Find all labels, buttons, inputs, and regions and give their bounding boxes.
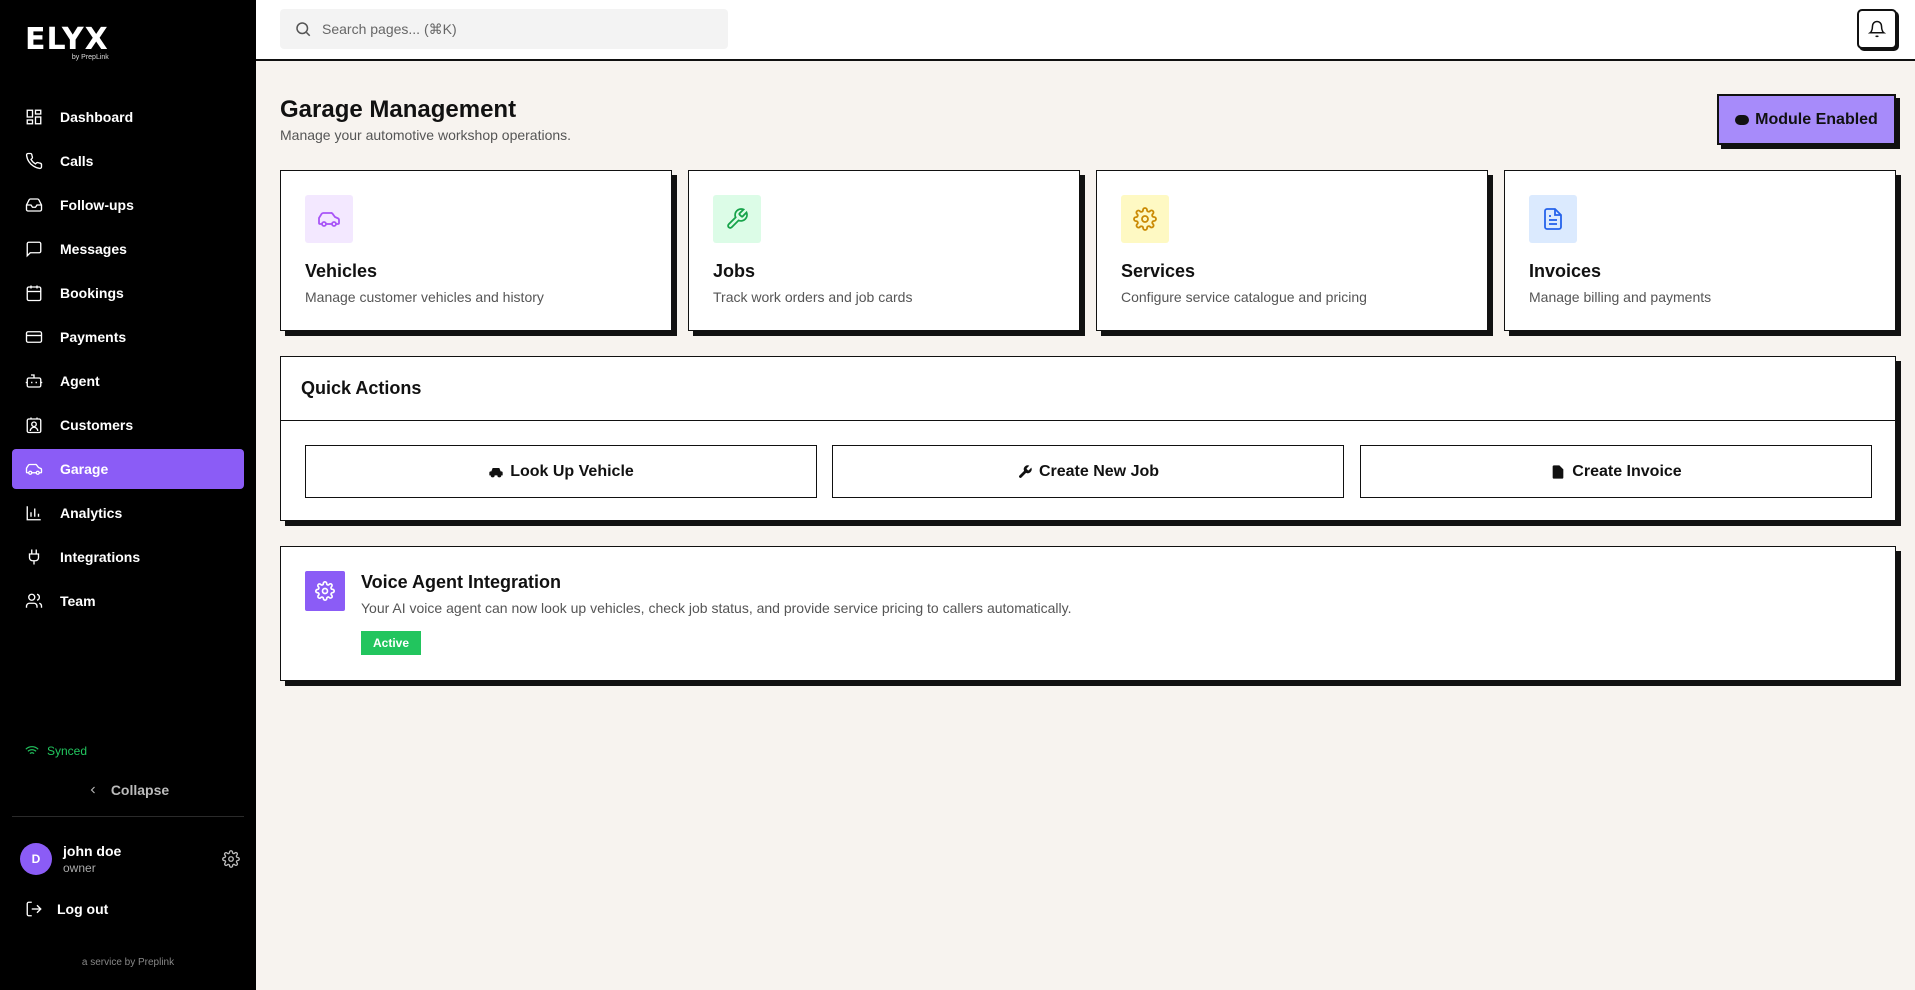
voice-agent-title: Voice Agent Integration [361, 572, 562, 592]
sidebar-item-label: Messages [60, 241, 127, 257]
sync-status: Synced [25, 744, 87, 758]
user-profile: D john doe owner [20, 842, 240, 876]
sidebar-item-payments[interactable]: Payments [12, 317, 244, 357]
card-title: Services [1121, 261, 1196, 281]
card-description: Manage billing and payments [1529, 289, 1712, 305]
sidebar-item-integrations[interactable]: Integrations [12, 537, 244, 577]
sidebar-item-analytics[interactable]: Analytics [12, 493, 244, 533]
sidebar-item-label: Team [60, 593, 96, 609]
sidebar-item-label: Dashboard [60, 109, 134, 125]
module-enabled-label: Module Enabled [1755, 110, 1878, 128]
logout-icon [26, 901, 42, 917]
user-role: owner [63, 860, 96, 875]
logo[interactable]: ELYX by PrepLink [25, 22, 109, 62]
phone-icon [25, 152, 43, 170]
document-icon [1552, 464, 1564, 479]
users-icon [25, 592, 43, 610]
services-card[interactable]: Services Configure service catalogue and… [1096, 170, 1488, 331]
sidebar-item-label: Bookings [60, 285, 124, 301]
search-input[interactable] [322, 21, 702, 37]
settings-gear-icon[interactable] [222, 850, 240, 873]
page-subtitle: Manage your automotive workshop operatio… [280, 127, 572, 143]
sidebar-item-label: Payments [60, 329, 127, 345]
invoices-card[interactable]: Invoices Manage billing and payments [1504, 170, 1896, 331]
sidebar: ELYX by PrepLink Dashboard Calls Follow-… [0, 0, 256, 990]
sidebar-divider [12, 816, 244, 817]
service-footer: a service by Preplink [81, 957, 175, 968]
sidebar-item-garage[interactable]: Garage [12, 449, 244, 489]
avatar: D [20, 843, 52, 875]
module-enabled-button[interactable]: Module Enabled [1717, 94, 1896, 145]
search-icon [296, 22, 311, 37]
sidebar-item-label: Integrations [60, 549, 141, 565]
sidebar-item-agent[interactable]: Agent [12, 361, 244, 401]
sidebar-item-label: Analytics [60, 505, 123, 521]
sidebar-item-bookings[interactable]: Bookings [12, 273, 244, 313]
look-up-vehicle-button[interactable]: Look Up Vehicle [305, 445, 817, 498]
quick-actions-panel: Quick Actions Look Up Vehicle Create New… [280, 356, 1896, 521]
contact-icon [25, 416, 43, 434]
wrench-icon [1019, 464, 1032, 478]
collapse-button[interactable]: Collapse [12, 776, 244, 804]
calendar-icon [25, 284, 43, 302]
sidebar-item-label: Calls [60, 153, 94, 169]
wrench-icon [713, 195, 761, 243]
card-title: Jobs [713, 261, 756, 281]
sidebar-item-follow-ups[interactable]: Follow-ups [12, 185, 244, 225]
inbox-icon [25, 196, 43, 214]
create-invoice-button[interactable]: Create Invoice [1360, 445, 1872, 498]
plug-icon [25, 548, 43, 566]
gear-icon [1121, 195, 1169, 243]
bot-icon [25, 372, 43, 390]
wifi-icon [25, 746, 39, 755]
create-new-job-button[interactable]: Create New Job [832, 445, 1344, 498]
logout-label: Log out [57, 901, 109, 917]
sidebar-item-label: Follow-ups [60, 197, 134, 213]
page-title: Garage Management [280, 96, 517, 123]
look-up-vehicle-label: Look Up Vehicle [510, 462, 634, 480]
sidebar-item-customers[interactable]: Customers [12, 405, 244, 445]
voice-agent-description: Your AI voice agent can now look up vehi… [361, 600, 1072, 616]
car-icon [489, 467, 503, 477]
dashboard-icon [25, 108, 43, 126]
sidebar-nav: Dashboard Calls Follow-ups Messages Book… [12, 97, 244, 625]
logo-text: ELYX [25, 22, 109, 57]
car-icon [25, 460, 43, 478]
vehicles-card[interactable]: Vehicles Manage customer vehicles and hi… [280, 170, 672, 331]
collapse-label: Collapse [110, 782, 170, 798]
user-name: john doe [63, 842, 122, 859]
create-invoice-label: Create Invoice [1572, 462, 1682, 480]
search-bar[interactable] [280, 9, 728, 49]
card-title: Vehicles [305, 261, 378, 281]
credit-card-icon [25, 328, 43, 346]
top-bar [256, 0, 1915, 61]
document-icon [1529, 195, 1577, 243]
card-description: Configure service catalogue and pricing [1121, 289, 1367, 305]
sidebar-item-label: Customers [60, 417, 134, 433]
create-new-job-label: Create New Job [1038, 462, 1160, 480]
chevron-left-icon [90, 786, 95, 794]
sidebar-item-dashboard[interactable]: Dashboard [12, 97, 244, 137]
card-title: Invoices [1529, 261, 1602, 281]
sidebar-item-team[interactable]: Team [12, 581, 244, 621]
sidebar-item-label: Agent [60, 373, 100, 389]
car-icon [305, 195, 353, 243]
gear-icon [305, 571, 345, 611]
toggle-icon [1735, 114, 1750, 125]
logout-button[interactable]: Log out [25, 900, 108, 918]
card-description: Manage customer vehicles and history [305, 289, 544, 305]
sidebar-item-calls[interactable]: Calls [12, 141, 244, 181]
jobs-card[interactable]: Jobs Track work orders and job cards [688, 170, 1080, 331]
status-badge: Active [361, 631, 421, 655]
sidebar-item-messages[interactable]: Messages [12, 229, 244, 269]
sidebar-item-label: Garage [60, 461, 109, 477]
message-icon [25, 240, 43, 258]
bar-chart-icon [25, 504, 43, 522]
notifications-button[interactable] [1857, 9, 1897, 49]
card-description: Track work orders and job cards [713, 289, 913, 305]
voice-agent-panel: Voice Agent Integration Your AI voice ag… [280, 546, 1896, 681]
bell-icon [1868, 20, 1886, 38]
quick-actions-title: Quick Actions [281, 357, 1895, 421]
sync-status-label: Synced [47, 744, 88, 758]
